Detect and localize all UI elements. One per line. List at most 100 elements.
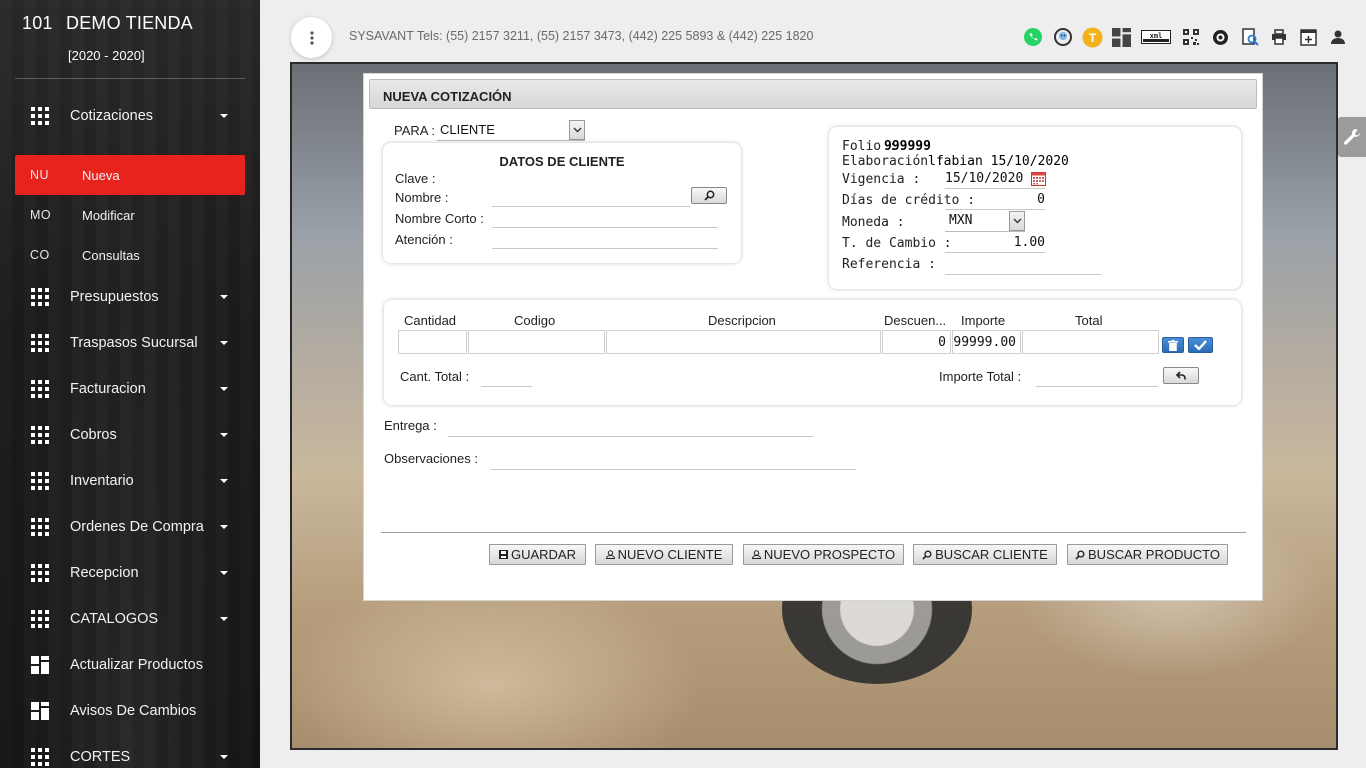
dashboard-icon <box>31 656 49 674</box>
search-icon <box>922 549 932 560</box>
undo-button[interactable] <box>1163 367 1199 384</box>
grid-icon <box>31 334 49 352</box>
sidebar-item-catalogos[interactable]: CATALOGOS <box>0 599 260 639</box>
datos-cliente-card: DATOS DE CLIENTE Clave : Nombre : Nombre… <box>383 143 741 263</box>
sidebar-item-cotizaciones[interactable]: Cotizaciones <box>0 96 260 136</box>
moneda-select[interactable]: MXN <box>945 211 1025 232</box>
sidebar-subitem-modificar[interactable]: MO Modificar <box>15 195 245 235</box>
vigencia-input[interactable]: 15/10/2020 <box>945 169 1045 189</box>
wrench-icon <box>1344 129 1360 145</box>
contact-phones: SYSAVANT Tels: (55) 2157 3211, (55) 2157… <box>349 29 814 43</box>
para-label: PARA : <box>394 123 435 138</box>
folio-card: Folio : 999999 Elaboración : lfabian 15/… <box>829 127 1241 289</box>
delete-row-button[interactable] <box>1162 337 1184 353</box>
caret-down-icon <box>220 114 228 118</box>
grid-icon <box>31 472 49 490</box>
brand: 101 DEMO TIENDA <box>22 13 193 34</box>
atencion-label: Atención : <box>395 232 453 247</box>
sidebar-item-inventario[interactable]: Inventario <box>0 461 260 501</box>
sidebar-subitem-consultas[interactable]: CO Consultas <box>15 235 245 275</box>
search-nombre-button[interactable] <box>691 187 727 204</box>
caret-down-icon <box>220 617 228 621</box>
col-total: Total <box>1075 313 1103 328</box>
subitem-abbr: CO <box>30 248 50 262</box>
descuento-input[interactable]: 0 <box>882 330 951 354</box>
store-years: [2020 - 2020] <box>68 48 145 63</box>
codigo-input[interactable] <box>468 330 605 354</box>
document-search-icon[interactable] <box>1239 26 1261 48</box>
xml-label: xml <box>1150 32 1163 40</box>
support-agent-icon[interactable] <box>1052 26 1074 48</box>
referencia-input[interactable] <box>945 255 1101 275</box>
sidebar-subitem-nueva[interactable]: NU Nueva <box>15 155 245 195</box>
grid-icon <box>31 426 49 444</box>
sidebar-item-label: Facturacion <box>70 381 146 397</box>
dias-credito-input[interactable]: 0 <box>945 190 1045 210</box>
calendar-icon[interactable] <box>1031 171 1046 186</box>
tire-icon[interactable] <box>1209 26 1231 48</box>
toolbar-icons: T xml <box>1022 26 1357 48</box>
sidebar-item-recepcion[interactable]: Recepcion <box>0 553 260 593</box>
cantidad-input[interactable] <box>398 330 467 354</box>
user-icon[interactable] <box>1327 26 1349 48</box>
sidebar-item-actualizar-productos[interactable]: Actualizar Productos <box>0 645 260 685</box>
nuevo-prospecto-button[interactable]: NUEVO PROSPECTO <box>743 544 904 565</box>
sidebar-item-cortes[interactable]: CORTES <box>0 737 260 768</box>
save-icon <box>498 550 508 559</box>
total-input[interactable] <box>1022 330 1159 354</box>
sidebar-item-label: Recepcion <box>70 565 139 581</box>
buscar-cliente-label: BUSCAR CLIENTE <box>935 547 1048 562</box>
sidebar-item-ordenes-de-compra[interactable]: Ordenes De Compra <box>0 507 260 547</box>
whatsapp-icon[interactable] <box>1022 26 1044 48</box>
para-select-button[interactable] <box>569 120 585 140</box>
grid-icon <box>31 564 49 582</box>
nombre-corto-input[interactable] <box>492 208 718 228</box>
add-window-icon[interactable] <box>1298 26 1320 48</box>
elaboracion-value: lfabian 15/10/2020 <box>928 154 1069 169</box>
sidebar-item-label: Ordenes De Compra <box>70 519 204 535</box>
sidebar-item-cobros[interactable]: Cobros <box>0 415 260 455</box>
nombre-input[interactable] <box>492 187 690 207</box>
grid-icon <box>31 288 49 306</box>
importe-input[interactable]: 99999.00 <box>952 330 1021 354</box>
atencion-input[interactable] <box>492 229 718 249</box>
check-icon <box>1194 340 1207 350</box>
cant-total-value <box>481 367 532 387</box>
guardar-button[interactable]: GUARDAR <box>489 544 586 565</box>
sidebar-item-facturacion[interactable]: Facturacion <box>0 369 260 409</box>
nueva-cotizacion-panel: NUEVA COTIZACIÓN PARA : CLIENTE DATOS DE… <box>363 73 1263 601</box>
divider <box>15 78 245 79</box>
settings-tab[interactable] <box>1338 117 1366 157</box>
sidebar-item-presupuestos[interactable]: Presupuestos <box>0 277 260 317</box>
user-icon <box>605 550 615 559</box>
confirm-row-button[interactable] <box>1188 337 1213 353</box>
t-badge-icon[interactable]: T <box>1081 26 1103 48</box>
moneda-select-button[interactable] <box>1009 211 1025 231</box>
dias-credito-value: 0 <box>1037 192 1045 207</box>
entrega-label: Entrega : <box>384 418 437 433</box>
para-select[interactable]: CLIENTE <box>437 120 585 141</box>
nuevo-cliente-button[interactable]: NUEVO CLIENTE <box>595 544 733 565</box>
vertical-dots-icon <box>309 30 314 45</box>
sidebar-item-avisos-de-cambios[interactable]: Avisos De Cambios <box>0 691 260 731</box>
observaciones-input[interactable] <box>491 450 856 470</box>
tipo-cambio-input[interactable]: 1.00 <box>945 233 1045 253</box>
dashboard-icon[interactable] <box>1111 26 1133 48</box>
sidebar-item-traspasos[interactable]: Traspasos Sucursal <box>0 323 260 363</box>
descuento-value: 0 <box>938 334 946 350</box>
xml-icon[interactable]: xml <box>1140 26 1172 48</box>
qr-code-icon[interactable] <box>1180 26 1202 48</box>
buscar-cliente-button[interactable]: BUSCAR CLIENTE <box>913 544 1057 565</box>
buscar-producto-button[interactable]: BUSCAR PRODUCTO <box>1067 544 1228 565</box>
more-menu-button[interactable] <box>291 17 332 58</box>
descripcion-input[interactable] <box>606 330 881 354</box>
nombre-corto-label: Nombre Corto : <box>395 211 484 226</box>
printer-icon[interactable] <box>1268 26 1290 48</box>
user-icon <box>751 550 761 559</box>
sidebar-item-label: CATALOGOS <box>70 611 159 627</box>
moneda-label: Moneda : <box>842 215 905 230</box>
entrega-input[interactable] <box>448 417 813 437</box>
nuevo-cliente-label: NUEVO CLIENTE <box>617 547 723 562</box>
col-codigo: Codigo <box>514 313 556 328</box>
subitem-abbr: NU <box>30 168 50 182</box>
